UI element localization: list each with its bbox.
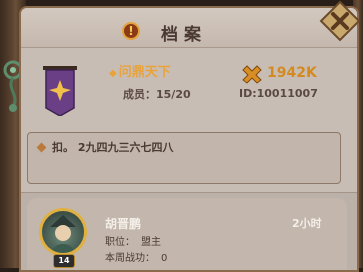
guild-members: 成员：15/20: [123, 88, 191, 101]
level-badge: 14: [53, 254, 75, 268]
guild-power: 1942K: [267, 65, 317, 81]
avatar[interactable]: [39, 208, 87, 256]
close-icon[interactable]: [319, 0, 361, 42]
archive-window: ! 档案 ◆ 问鼎天下 成员：15/20 1942K ID:10011007 扣。…: [0, 0, 363, 272]
guild-banner-icon: [43, 66, 77, 116]
title-bar: ! 档案: [21, 8, 357, 48]
guild-id: ID:10011007: [239, 87, 318, 100]
guild-name: ◆ 问鼎天下: [109, 65, 171, 80]
member-role: 职位： 盟主: [105, 237, 161, 248]
page-title: 档案: [161, 25, 207, 45]
member-name: 胡晋鹏: [105, 217, 142, 231]
exclamation-icon: !: [122, 22, 140, 40]
member-weekly-power: 本周战功： 0: [105, 253, 168, 264]
notice-text: 扣。 2九四九三六七四八: [52, 141, 174, 154]
power-icon: [242, 65, 262, 84]
member-online-time: 2小时: [292, 217, 322, 230]
diamond-bullet-icon: ◆: [109, 68, 117, 79]
guild-notice: 扣。 2九四九三六七四八: [27, 132, 341, 184]
hero-portrait-icon: [50, 215, 76, 253]
diamond-bullet-icon: [36, 142, 47, 153]
archive-panel: ! 档案 ◆ 问鼎天下 成员：15/20 1942K ID:10011007 扣。…: [19, 6, 359, 272]
